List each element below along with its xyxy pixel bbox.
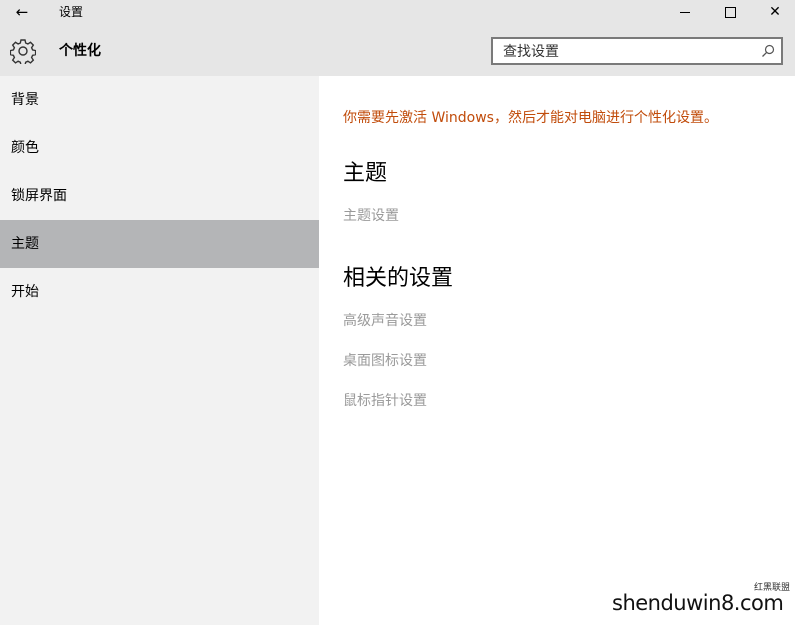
sidebar-item-colors[interactable]: 颜色 — [0, 124, 319, 172]
search-input[interactable]: 查找设置 — [503, 43, 559, 61]
gear-icon — [10, 39, 36, 64]
mouse-pointer-settings-link[interactable]: 鼠标指针设置 — [343, 392, 427, 410]
sidebar: 背景 颜色 锁屏界面 主题 开始 — [0, 76, 319, 625]
main-content: 你需要先激活 Windows，然后才能对电脑进行个性化设置。 主题 主题设置 相… — [319, 76, 795, 625]
close-icon: ✕ — [769, 4, 781, 20]
maximize-icon — [724, 6, 736, 18]
page-title: 个性化 — [59, 43, 101, 59]
page-header: 个性化 查找设置 — [0, 24, 795, 76]
title-bar: ← 设置 ✕ — [0, 0, 795, 24]
close-button[interactable]: ✕ — [752, 0, 795, 24]
sidebar-item-background[interactable]: 背景 — [0, 76, 319, 124]
sidebar-item-themes[interactable]: 主题 — [0, 220, 319, 268]
minimize-icon — [680, 11, 690, 13]
advanced-sound-settings-link[interactable]: 高级声音设置 — [343, 312, 427, 330]
sidebar-item-lock-screen[interactable]: 锁屏界面 — [0, 172, 319, 220]
related-settings-heading: 相关的设置 — [343, 266, 454, 291]
watermark-text: shenduwin8.com — [612, 591, 784, 615]
search-icon[interactable] — [761, 44, 775, 58]
window-title: 设置 — [59, 5, 84, 19]
watermark: 红黑联盟 shenduwin8.com — [612, 583, 792, 623]
desktop-icon-settings-link[interactable]: 桌面图标设置 — [343, 352, 427, 370]
activation-warning: 你需要先激活 Windows，然后才能对电脑进行个性化设置。 — [343, 110, 718, 126]
sidebar-item-start[interactable]: 开始 — [0, 268, 319, 316]
theme-heading: 主题 — [343, 161, 388, 186]
minimize-button[interactable] — [662, 0, 708, 24]
maximize-button[interactable] — [707, 0, 753, 24]
back-button[interactable]: ← — [9, 2, 35, 22]
theme-settings-link[interactable]: 主题设置 — [343, 207, 399, 225]
back-arrow-icon: ← — [15, 3, 29, 21]
search-box[interactable]: 查找设置 — [491, 37, 783, 65]
